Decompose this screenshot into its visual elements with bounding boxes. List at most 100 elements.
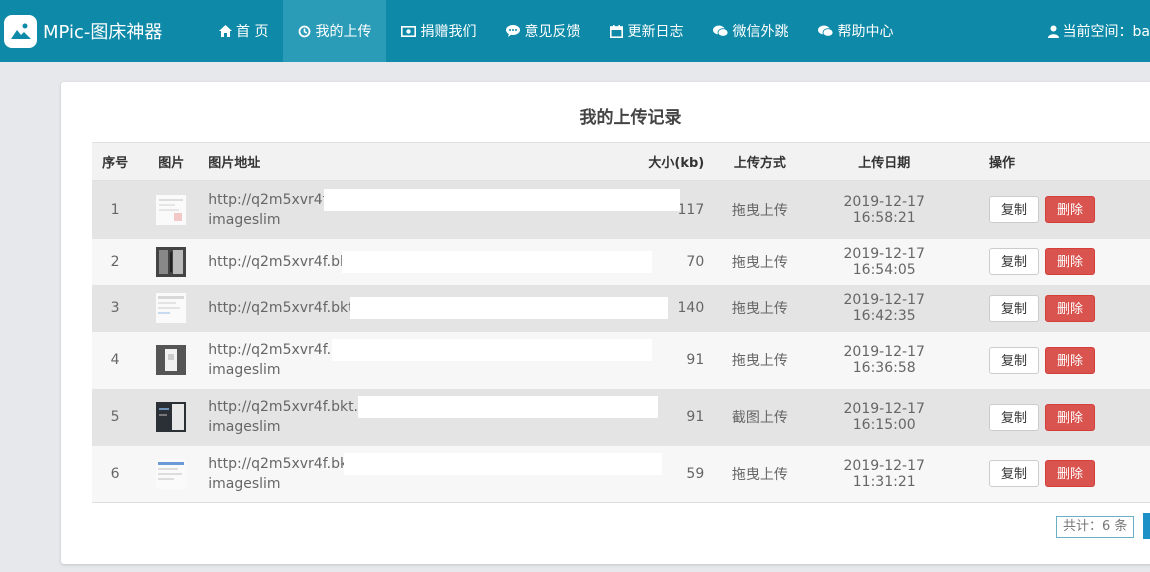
row-size: 91 bbox=[645, 331, 709, 389]
row-url[interactable]: http://q2m5xvr4f.bkt.cl bbox=[208, 300, 369, 316]
table-row: 6 http://q2m5xvr4f.bkt. imageslim 59 拖曳上… bbox=[92, 445, 1150, 503]
delete-button[interactable]: 删除 bbox=[1044, 294, 1095, 322]
nav-wechat-label: 微信外跳 bbox=[732, 24, 789, 40]
brand[interactable]: MPic-图床神器 bbox=[0, 0, 204, 62]
row-date: 2019-12-17 11:31:21 bbox=[811, 445, 957, 503]
header-date: 上传日期 bbox=[811, 142, 957, 181]
redaction-mask bbox=[324, 188, 681, 211]
thumbnail-image[interactable] bbox=[156, 458, 187, 489]
redaction-mask bbox=[342, 250, 653, 273]
row-thumbnail[interactable] bbox=[138, 445, 205, 503]
nav-my-uploads[interactable]: 我的上传 bbox=[283, 0, 387, 62]
redaction-mask bbox=[344, 452, 663, 475]
delete-button[interactable]: 删除 bbox=[1044, 346, 1095, 374]
row-url-cell[interactable]: http://q2m5xvr4f.bkt. bbox=[204, 238, 653, 285]
row-actions: 复制 删除 bbox=[956, 388, 1150, 446]
row-url[interactable]: http://q2m5xvr4f.bk bbox=[208, 342, 348, 358]
row-url[interactable]: http://q2m5xvr4f.bkt.clo bbox=[208, 399, 378, 415]
row-url[interactable]: http://q2m5xvr4f.bkt. bbox=[208, 456, 358, 472]
row-method: 截图上传 bbox=[708, 388, 812, 446]
delete-button[interactable]: 删除 bbox=[1044, 248, 1095, 275]
pagination-button[interactable] bbox=[1143, 513, 1150, 539]
nav-my-uploads-label: 我的上传 bbox=[315, 24, 372, 40]
home-icon bbox=[219, 25, 232, 37]
thumbnail-image[interactable] bbox=[156, 246, 187, 277]
help-icon bbox=[818, 25, 834, 37]
calendar-icon bbox=[610, 24, 624, 38]
header-url: 图片地址 bbox=[204, 142, 646, 181]
row-url[interactable]: http://q2m5xvr4f.bkt. bbox=[208, 254, 358, 270]
row-index: 3 bbox=[92, 284, 139, 332]
row-date: 2019-12-17 16:58:21 bbox=[811, 180, 957, 239]
row-index: 1 bbox=[92, 180, 139, 239]
money-icon bbox=[401, 25, 417, 37]
row-index: 2 bbox=[92, 238, 139, 285]
delete-button[interactable]: 删除 bbox=[1044, 196, 1095, 224]
header-method: 上传方式 bbox=[708, 142, 812, 181]
row-url-cell[interactable]: http://q2m5xvr4f.bkt.cl bbox=[204, 284, 669, 332]
row-date: 2019-12-17 16:54:05 bbox=[811, 238, 957, 285]
nav-feedback-label: 意见反馈 bbox=[524, 24, 581, 40]
row-thumbnail[interactable] bbox=[138, 388, 205, 446]
brand-name: MPic-图床神器 bbox=[43, 22, 163, 43]
row-thumbnail[interactable] bbox=[138, 238, 205, 285]
row-index: 5 bbox=[92, 388, 139, 446]
pagination-total: 共计：6 条 bbox=[1056, 516, 1135, 538]
header-size: 大小(kb) bbox=[645, 142, 709, 181]
thumbnail-image[interactable] bbox=[156, 194, 187, 225]
table-row: 3 http://q2m5xvr4f.bkt.cl 140 拖曳上传 2019-… bbox=[92, 284, 1150, 332]
row-url-suffix: imageslim bbox=[208, 211, 281, 228]
table-row: 2 http://q2m5xvr4f.bkt. 70 拖曳上传 2019-12-… bbox=[92, 238, 1150, 285]
table-row: 1 http://q2m5xvr4f.b imageslim 117 拖曳上传 … bbox=[92, 180, 1150, 239]
wechat-icon bbox=[713, 25, 729, 37]
nav-donate[interactable]: 捐赠我们 bbox=[386, 0, 491, 62]
row-url[interactable]: http://q2m5xvr4f.b bbox=[208, 192, 340, 208]
row-url-suffix: imageslim bbox=[208, 362, 281, 378]
current-space[interactable]: 当前空间：ba bbox=[1047, 0, 1150, 62]
thumbnail-image[interactable] bbox=[156, 345, 187, 375]
copy-button[interactable]: 复制 bbox=[988, 294, 1039, 322]
nav-feedback[interactable]: 意见反馈 bbox=[491, 0, 595, 62]
history-icon bbox=[298, 25, 311, 38]
current-space-label: 当前空间：ba bbox=[1062, 24, 1150, 40]
top-navbar: MPic-图床神器 首 页 我的上传 捐赠我们 意见反馈 更新日志 微信外跳 帮… bbox=[0, 0, 1150, 62]
row-date: 2019-12-17 16:15:00 bbox=[811, 388, 957, 446]
nav-wechat-redirect[interactable]: 微信外跳 bbox=[698, 0, 803, 62]
row-date: 2019-12-17 16:36:58 bbox=[811, 331, 957, 389]
nav-home[interactable]: 首 页 bbox=[204, 0, 283, 62]
thumbnail-image[interactable] bbox=[156, 293, 187, 323]
copy-button[interactable]: 复制 bbox=[988, 196, 1039, 224]
nav-changelog[interactable]: 更新日志 bbox=[595, 0, 698, 62]
row-actions: 复制 删除 bbox=[956, 445, 1150, 503]
copy-button[interactable]: 复制 bbox=[988, 403, 1039, 431]
nav-changelog-label: 更新日志 bbox=[627, 24, 684, 40]
image-icon bbox=[4, 14, 37, 48]
row-thumbnail[interactable] bbox=[138, 180, 205, 239]
row-url-cell[interactable]: http://q2m5xvr4f.b imageslim bbox=[204, 180, 681, 239]
copy-button[interactable]: 复制 bbox=[988, 460, 1039, 488]
delete-button[interactable]: 删除 bbox=[1044, 460, 1095, 488]
nav-help[interactable]: 帮助中心 bbox=[803, 0, 908, 62]
delete-button[interactable]: 删除 bbox=[1044, 403, 1095, 431]
row-url-cell[interactable]: http://q2m5xvr4f.bkt. imageslim bbox=[204, 445, 663, 503]
thumbnail-image[interactable] bbox=[156, 402, 187, 432]
row-url-cell[interactable]: http://q2m5xvr4f.bk imageslim bbox=[204, 331, 653, 389]
row-thumbnail[interactable] bbox=[138, 284, 205, 332]
table-header-row: 序号 图片 图片地址 大小(kb) 上传方式 上传日期 操作 bbox=[92, 142, 1150, 181]
copy-button[interactable]: 复制 bbox=[988, 346, 1039, 374]
row-method: 拖曳上传 bbox=[708, 238, 812, 285]
row-url-suffix: imageslim bbox=[208, 475, 281, 492]
nav-help-label: 帮助中心 bbox=[837, 24, 894, 40]
upload-records-table: 序号 图片 图片地址 大小(kb) 上传方式 上传日期 操作 1 http://… bbox=[92, 142, 1150, 503]
row-thumbnail[interactable] bbox=[138, 331, 205, 389]
redaction-mask bbox=[350, 297, 669, 319]
row-method: 拖曳上传 bbox=[708, 284, 812, 332]
row-url-cell[interactable]: http://q2m5xvr4f.bkt.clo imageslim bbox=[204, 388, 659, 446]
copy-button[interactable]: 复制 bbox=[988, 248, 1039, 275]
redaction-mask bbox=[358, 396, 659, 418]
row-actions: 复制 删除 bbox=[956, 238, 1150, 285]
row-actions: 复制 删除 bbox=[956, 284, 1150, 332]
page-title: 我的上传记录 bbox=[579, 108, 682, 128]
row-method: 拖曳上传 bbox=[708, 180, 812, 239]
table-row: 4 http://q2m5xvr4f.bk imageslim 91 拖曳上传 … bbox=[92, 331, 1150, 389]
